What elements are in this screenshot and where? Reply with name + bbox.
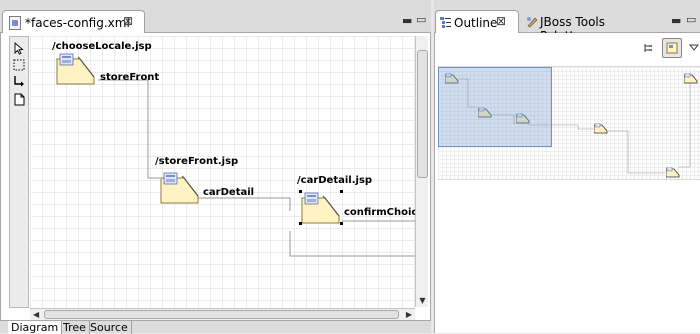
outline-toolbar xyxy=(434,36,700,62)
scroll-down-icon[interactable]: ▼ xyxy=(418,296,427,305)
selection-handle[interactable] xyxy=(299,222,302,225)
maximize-icon[interactable]: ▭ xyxy=(416,13,426,26)
tree-view-icon[interactable] xyxy=(638,38,658,58)
node-title: /storeFront.jsp xyxy=(155,156,239,167)
minimap-page xyxy=(684,73,698,84)
horizontal-scroll-thumb[interactable] xyxy=(44,310,399,319)
minimap-page xyxy=(594,123,608,134)
editor-tab-bar: *faces-config.xml ⊠ ▬ ▭ xyxy=(0,0,431,34)
scroll-left-icon[interactable]: ◀ xyxy=(33,310,39,319)
node-title: /carDetail.jsp xyxy=(297,175,373,186)
tab-diagram[interactable]: Diagram xyxy=(8,321,63,334)
tab-outline[interactable]: Outline ⊠ xyxy=(435,10,519,34)
node-title: /chooseLocale.jsp xyxy=(52,41,152,52)
tab-tree[interactable]: Tree xyxy=(60,321,90,334)
jsp-page-icon-selected[interactable] xyxy=(301,192,341,224)
outline-icon xyxy=(440,17,451,31)
jsp-page-icon[interactable] xyxy=(56,53,96,85)
vertical-scroll-thumb[interactable] xyxy=(417,50,428,178)
editor-tab-title: *faces-config.xml xyxy=(25,16,130,30)
tab-source[interactable]: Source xyxy=(87,321,132,334)
overview-icon[interactable] xyxy=(662,38,682,58)
scroll-right-icon[interactable]: ▶ xyxy=(406,310,412,319)
selection-handle[interactable] xyxy=(340,190,343,193)
diagram-canvas[interactable]: /chooseLocale.jsp storeFront /storeFront… xyxy=(30,36,415,308)
maximize-icon[interactable]: ▭ xyxy=(686,13,696,26)
editor-tab-faces-config[interactable]: *faces-config.xml ⊠ xyxy=(2,10,145,34)
minimize-icon[interactable]: ▬ xyxy=(402,14,412,27)
palette-icon xyxy=(526,16,538,31)
page-icon[interactable] xyxy=(12,91,26,107)
horizontal-scrollbar[interactable]: ◀ ▶ xyxy=(30,308,415,320)
faces-config-file-icon xyxy=(9,16,21,30)
editor-bottom-tabs: Diagram Tree Source xyxy=(0,320,431,334)
marquee-icon[interactable] xyxy=(12,57,26,73)
minimap-page xyxy=(666,167,680,178)
overview-viewport-rectangle[interactable] xyxy=(438,67,552,147)
selection-handle[interactable] xyxy=(340,222,343,225)
selection-handle[interactable] xyxy=(299,190,302,193)
diagram-palette xyxy=(9,36,29,308)
connection-icon[interactable] xyxy=(12,74,26,90)
outline-tab-bar: Outline ⊠ JBoss Tools Palette ▬ ▭ xyxy=(434,0,700,43)
tab-jboss-tools-palette[interactable]: JBoss Tools Palette xyxy=(522,10,640,43)
jsp-page-icon[interactable] xyxy=(160,172,200,204)
view-menu-icon[interactable] xyxy=(684,38,700,58)
minimize-icon[interactable]: ▬ xyxy=(671,14,681,27)
close-icon[interactable]: ⊠ xyxy=(123,14,133,28)
case-label[interactable]: storeFront xyxy=(100,72,159,83)
outline-tab-label: Outline xyxy=(454,16,498,30)
case-label[interactable]: confirmChoice xyxy=(344,207,415,218)
case-label[interactable]: carDetail xyxy=(203,187,254,198)
select-arrow-icon[interactable] xyxy=(12,40,26,56)
vertical-scrollbar[interactable]: ▼ xyxy=(415,36,428,307)
close-icon[interactable]: ⊠ xyxy=(496,14,506,28)
